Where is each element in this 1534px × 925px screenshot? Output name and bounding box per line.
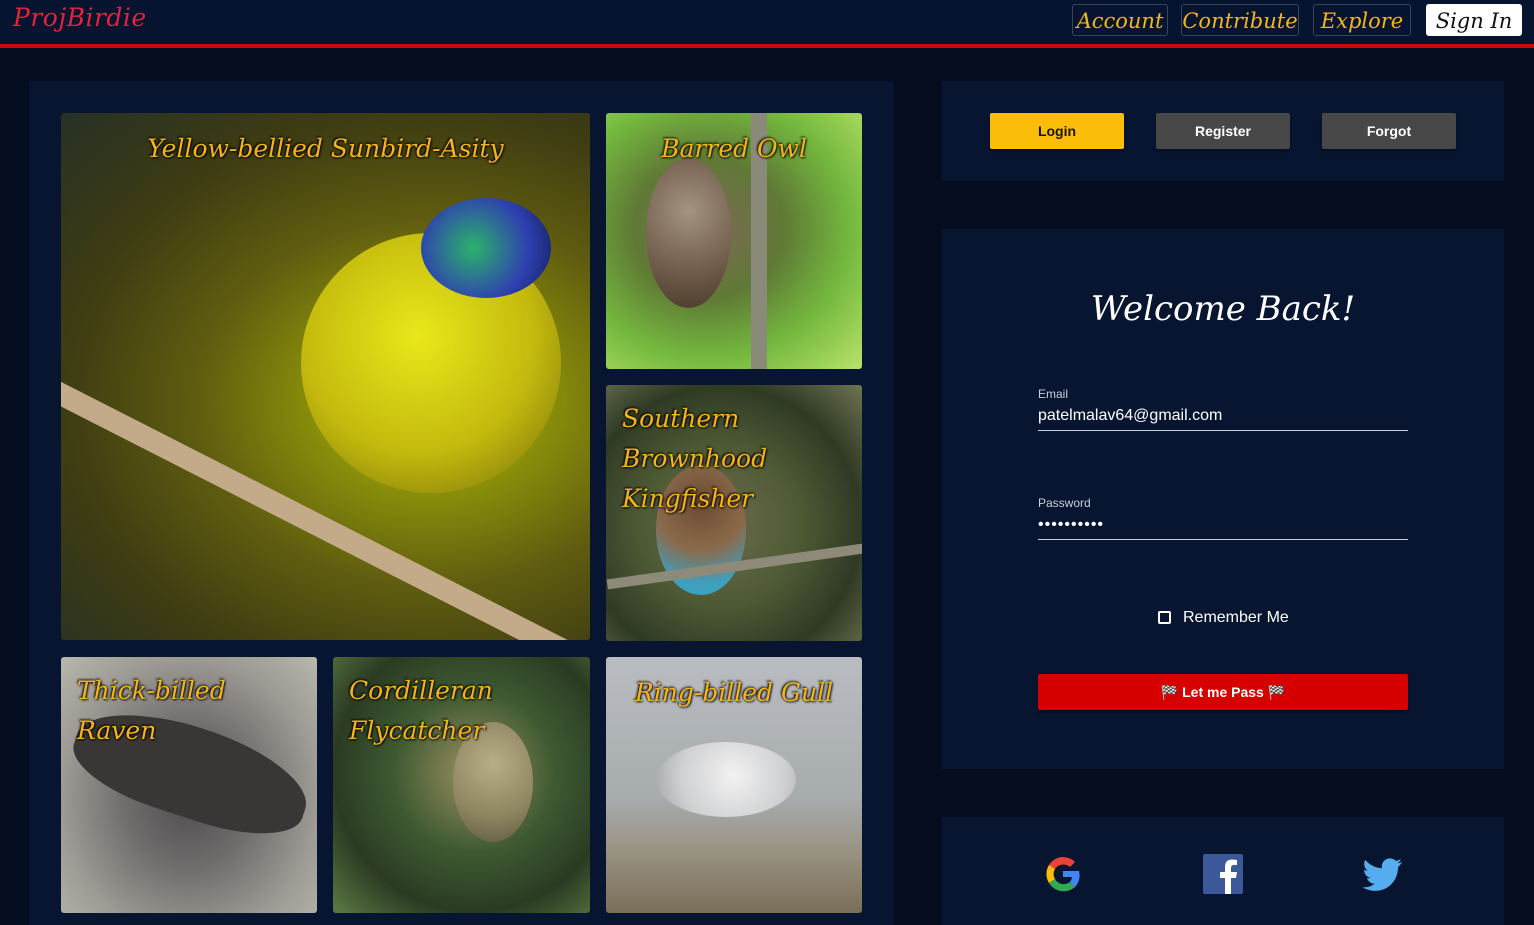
tile-caption: Southern Brownhood Kingfisher	[622, 404, 768, 513]
nav-explore-button[interactable]: Explore	[1313, 4, 1411, 36]
register-tab[interactable]: Register	[1156, 113, 1290, 149]
tile-caption: Ring-billed Gull	[634, 678, 834, 707]
gallery-tile-gull[interactable]: Ring-billed Gull	[606, 657, 862, 913]
form-heading: Welcome Back!	[1090, 289, 1356, 329]
password-label: Password	[1038, 496, 1091, 510]
twitter-icon[interactable]	[1362, 853, 1404, 895]
tile-caption: Cordilleran Flycatcher	[349, 676, 493, 745]
top-navbar: ProjBirdie Account Contribute Explore Si…	[0, 0, 1534, 48]
password-field[interactable]	[1038, 511, 1408, 540]
auth-tabs-panel: Login Register Forgot	[942, 81, 1504, 181]
nav-signin-button[interactable]: Sign In	[1426, 4, 1522, 36]
gallery-tile-raven[interactable]: Thick-billed Raven	[61, 657, 317, 913]
submit-button[interactable]: 🏁 Let me Pass 🏁	[1038, 674, 1408, 710]
email-label: Email	[1038, 387, 1069, 401]
tile-caption: Thick-billed Raven	[77, 676, 226, 745]
social-login-panel	[942, 817, 1504, 925]
tile-caption: Yellow-bellied Sunbird-Asity	[147, 134, 504, 163]
forgot-tab[interactable]: Forgot	[1322, 113, 1456, 149]
brand-logo[interactable]: ProjBirdie	[13, 3, 147, 32]
google-icon[interactable]	[1042, 853, 1084, 895]
checkbox-icon[interactable]	[1158, 611, 1171, 624]
nav-contribute-button[interactable]: Contribute	[1181, 4, 1299, 36]
gallery-tile-sunbird-asity[interactable]: Yellow-bellied Sunbird-Asity	[61, 113, 590, 640]
gallery-tile-kingfisher[interactable]: Southern Brownhood Kingfisher	[606, 385, 862, 641]
remember-me-label: Remember Me	[1183, 609, 1289, 626]
tile-caption: Barred Owl	[661, 134, 807, 163]
gull-image	[656, 742, 796, 817]
gallery-tile-flycatcher[interactable]: Cordilleran Flycatcher	[333, 657, 590, 913]
gallery-tile-barred-owl[interactable]: Barred Owl	[606, 113, 862, 369]
bird-gallery: Yellow-bellied Sunbird-Asity Barred Owl …	[29, 81, 894, 925]
login-form-panel: Welcome Back! Email Password Remember Me…	[942, 229, 1504, 769]
email-field[interactable]	[1038, 402, 1408, 431]
facebook-icon[interactable]	[1202, 853, 1244, 895]
sunbird-head-image	[421, 198, 551, 298]
login-tab[interactable]: Login	[990, 113, 1124, 149]
nav-account-button[interactable]: Account	[1072, 4, 1168, 36]
owl-image	[646, 158, 731, 308]
